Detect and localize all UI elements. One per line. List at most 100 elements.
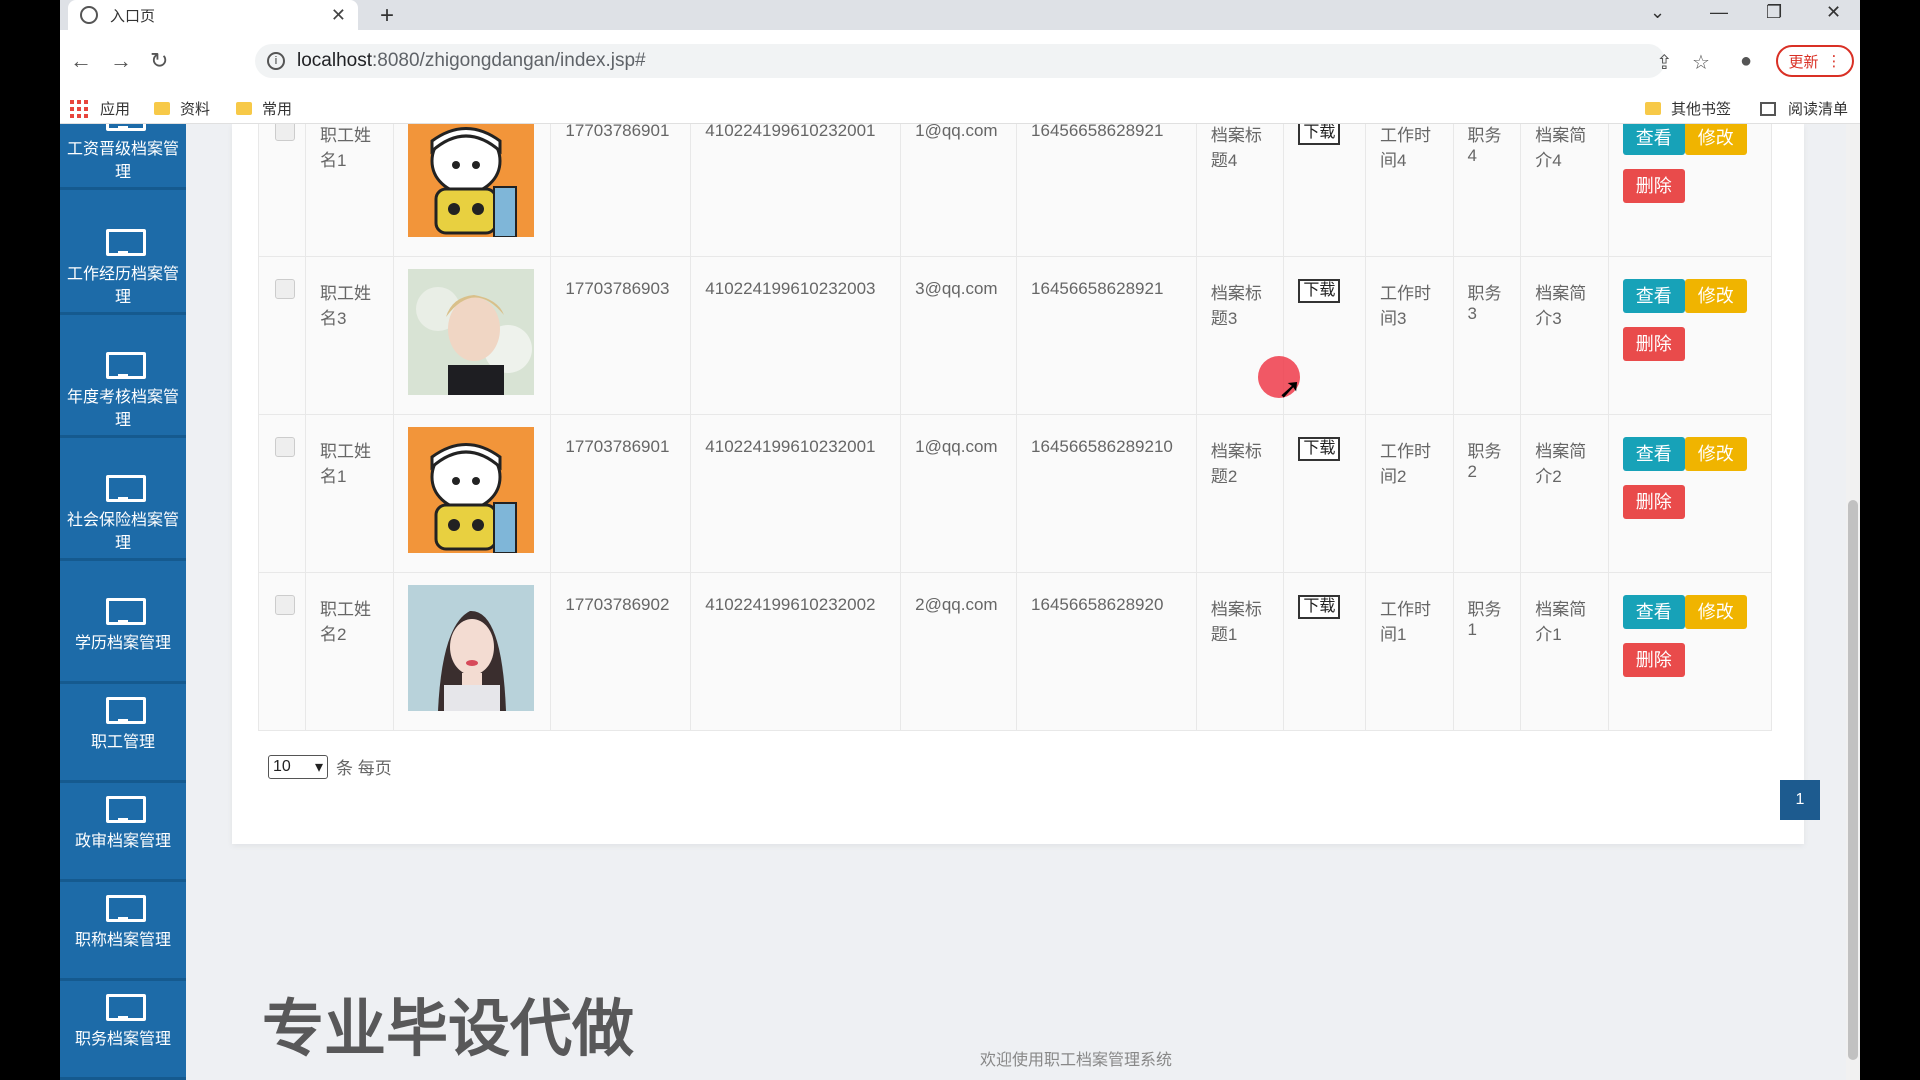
share-icon[interactable]: ⇪: [1656, 50, 1673, 75]
checkbox-cell: [258, 124, 306, 257]
sidebar-item-label: 工作经历档案管理: [66, 266, 179, 306]
row-checkbox[interactable]: [275, 437, 295, 457]
bookmark-folder[interactable]: 常用: [236, 98, 292, 119]
post-cell: 职务4: [1452, 124, 1522, 257]
restore-icon[interactable]: ❐: [1766, 2, 1782, 23]
sidebar-item-label: 年度考核档案管理: [66, 389, 179, 429]
sidebar-item-work-history[interactable]: 工作经历档案管理: [60, 219, 186, 315]
edit-button[interactable]: 修改: [1684, 595, 1747, 629]
row-checkbox[interactable]: [275, 279, 295, 299]
code-cell: 16456658628920: [1016, 572, 1197, 731]
download-link[interactable]: 下载: [1298, 595, 1341, 619]
monitor-icon: [106, 124, 146, 131]
reload-icon[interactable]: ↻: [150, 48, 168, 74]
download-link[interactable]: 下载: [1298, 124, 1341, 145]
edit-button[interactable]: 修改: [1684, 124, 1747, 155]
phone-cell: 17703786901: [550, 124, 692, 257]
forward-icon[interactable]: →: [110, 48, 132, 74]
checkbox-cell: [258, 414, 306, 573]
phone-cell: 17703786903: [550, 256, 692, 415]
monitor-icon: [106, 994, 146, 1021]
minimize-icon[interactable]: —: [1710, 2, 1728, 23]
site-info-icon[interactable]: i: [267, 52, 285, 70]
checkbox-cell: [258, 572, 306, 731]
new-tab-icon[interactable]: +: [380, 2, 394, 30]
idcard-cell: 410224199610232002: [690, 572, 902, 731]
email-cell: 1@qq.com: [900, 124, 1018, 257]
row-checkbox[interactable]: [275, 124, 295, 141]
profile-icon[interactable]: ●: [1740, 50, 1752, 73]
title-cell: 档案标题2: [1195, 414, 1285, 573]
delete-button[interactable]: 删除: [1622, 169, 1685, 203]
watermark-text: 专业毕设代做: [262, 995, 635, 1064]
view-button[interactable]: 查看: [1622, 124, 1685, 155]
bookmark-folder[interactable]: 资料: [154, 98, 210, 119]
employee-photo: [407, 427, 534, 554]
delete-button[interactable]: 删除: [1622, 643, 1685, 677]
close-window-icon[interactable]: ✕: [1826, 2, 1841, 23]
sidebar-item-label: 工资晋级档案管理: [66, 141, 179, 181]
page-size-value: 10: [273, 757, 291, 775]
code-cell: 16456658628921: [1016, 256, 1197, 415]
delete-button[interactable]: 删除: [1622, 485, 1685, 519]
monitor-icon: [106, 352, 146, 379]
view-button[interactable]: 查看: [1622, 595, 1685, 629]
bookmark-other[interactable]: 其他书签: [1645, 98, 1731, 119]
actions-cell: 查看 修改删除: [1607, 572, 1773, 731]
apps-grid-icon: [70, 99, 88, 118]
download-link[interactable]: 下载: [1298, 279, 1341, 303]
work-time-cell: 工作时间4: [1365, 124, 1454, 257]
back-icon[interactable]: ←: [70, 48, 92, 74]
sidebar-item-annual-review[interactable]: 年度考核档案管理: [60, 342, 186, 438]
sidebar-item-label: 学历档案管理: [74, 635, 171, 652]
sidebar-item-title[interactable]: 职称档案管理: [60, 885, 186, 981]
email-cell: 3@qq.com: [900, 256, 1018, 415]
browser-tab[interactable]: 入口页 ✕: [68, 0, 358, 30]
tab-close-icon[interactable]: ✕: [331, 5, 346, 26]
bookmark-apps[interactable]: 应用: [70, 98, 130, 119]
page-scrollbar[interactable]: [1846, 124, 1860, 1080]
post-cell: 职务3: [1452, 256, 1522, 415]
page-number-button[interactable]: 1: [1780, 780, 1820, 820]
sidebar-item-label: 政审档案管理: [74, 833, 171, 850]
globe-icon: [80, 6, 98, 24]
bookmark-star-icon[interactable]: ☆: [1692, 50, 1710, 75]
scrollbar-thumb[interactable]: [1848, 500, 1858, 1060]
edit-button[interactable]: 修改: [1684, 437, 1747, 471]
idcard-cell: 410224199610232001: [690, 124, 902, 257]
sidebar-item-label: 职称档案管理: [74, 932, 171, 949]
address-bar[interactable]: i localhost :8080/zhigongdangan/index.js…: [255, 44, 1665, 78]
sidebar-item-salary[interactable]: 工资晋级档案管理: [60, 124, 186, 190]
table-row: 职工姓名1 17703786901 410224199610232001 1@qq.c…: [258, 124, 1773, 257]
sidebar-item-political-review[interactable]: 政审档案管理: [60, 786, 186, 882]
code-cell: 16456658628921: [1016, 124, 1197, 257]
row-checkbox[interactable]: [275, 595, 295, 615]
sidebar-item-label: 职务档案管理: [74, 1031, 171, 1048]
bookmark-reading-list[interactable]: 阅读清单: [1760, 98, 1848, 119]
download-cell: 下载: [1283, 124, 1367, 257]
phone-cell: 17703786902: [550, 572, 692, 731]
email-cell: 1@qq.com: [900, 414, 1018, 573]
folder-icon: [1645, 102, 1661, 115]
view-button[interactable]: 查看: [1622, 279, 1685, 313]
delete-button[interactable]: 删除: [1622, 327, 1685, 361]
page-content: 工资晋级档案管理 工作经历档案管理 年度考核档案管理 社会保险档案管理 学历档案…: [60, 124, 1860, 1080]
sidebar-item-employees[interactable]: 职工管理: [60, 687, 186, 783]
update-button[interactable]: 更新 ⋮: [1776, 45, 1854, 77]
title-cell: 档案标题4: [1195, 124, 1285, 257]
folder-icon: [236, 102, 252, 115]
per-page-label: 条 每页: [336, 759, 392, 778]
work-time-cell: 工作时间3: [1365, 256, 1454, 415]
download-link[interactable]: 下载: [1298, 437, 1341, 461]
sidebar-item-education[interactable]: 学历档案管理: [60, 588, 186, 684]
sidebar-item-social-insurance[interactable]: 社会保险档案管理: [60, 465, 186, 561]
tab-search-icon[interactable]: ⌄: [1650, 2, 1665, 23]
photo-cell: [392, 572, 552, 731]
edit-button[interactable]: 修改: [1684, 279, 1747, 313]
name-cell: 职工姓名3: [305, 256, 394, 415]
download-cell: 下载: [1283, 572, 1367, 731]
view-button[interactable]: 查看: [1622, 437, 1685, 471]
idcard-cell: 410224199610232001: [690, 414, 902, 573]
page-size-select[interactable]: 10 ▾: [268, 754, 328, 779]
sidebar-item-position[interactable]: 职务档案管理: [60, 984, 186, 1080]
